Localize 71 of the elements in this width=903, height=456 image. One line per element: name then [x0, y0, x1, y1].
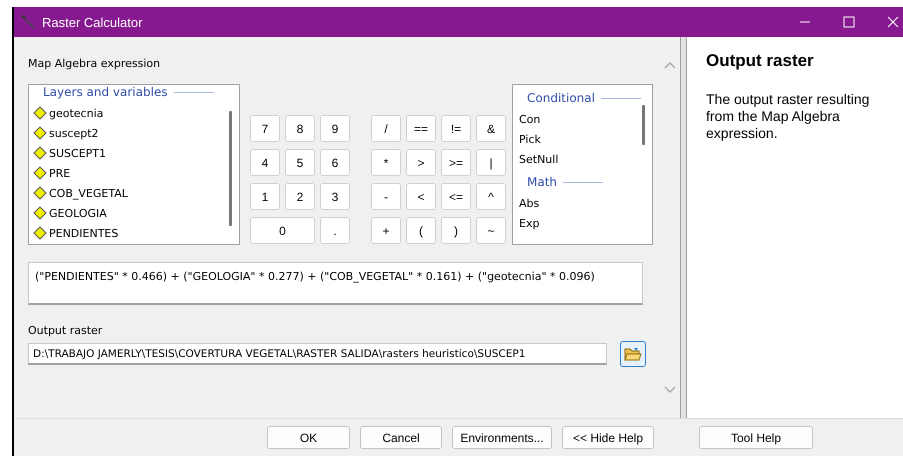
keypad-key[interactable]: ^ [476, 183, 506, 210]
maximize-icon[interactable] [843, 16, 855, 28]
expression-field[interactable]: ("PENDIENTES" * 0.466) + ("GEOLOGIA" * 0.277) + ("COB_VEGETAL" * 0.161) + ("geotecnia" * 0.096) [28, 262, 643, 305]
close-icon[interactable] [887, 16, 899, 28]
pane-splitter[interactable] [680, 37, 687, 418]
diamond-icon [33, 146, 47, 160]
diamond-icon [33, 126, 47, 140]
keypad-key[interactable]: | [476, 149, 506, 176]
keypad-key[interactable]: ) [441, 217, 471, 244]
scroll-down-icon[interactable] [664, 386, 676, 394]
list-heading: Conditional [527, 91, 652, 105]
keypad-key[interactable]: * [371, 149, 401, 176]
list-heading: Math [527, 175, 652, 189]
hammer-icon [20, 14, 36, 30]
function-item[interactable]: Exp [513, 213, 652, 233]
layer-item[interactable]: suscept2 [29, 123, 239, 143]
dialog-button[interactable]: OK [267, 426, 350, 449]
layer-item[interactable]: geotecnia [29, 103, 239, 123]
keypad-key[interactable]: . [320, 217, 350, 244]
keypad-key[interactable]: + [371, 217, 401, 244]
diamond-icon [33, 106, 47, 120]
scrollbar-thumb[interactable] [229, 111, 232, 226]
dialog-button[interactable]: Tool Help [699, 426, 813, 449]
diamond-icon [33, 166, 47, 180]
list-heading: Layers and variables [43, 85, 239, 99]
scrollbar-thumb[interactable] [642, 105, 645, 145]
keypad-key[interactable]: 4 [250, 149, 280, 176]
keypad-key[interactable]: 9 [320, 115, 350, 142]
keypad-key[interactable]: 8 [285, 115, 315, 142]
keypad-key[interactable]: 0 [250, 217, 315, 244]
keypad-key[interactable]: & [476, 115, 506, 142]
keypad-key[interactable]: == [406, 115, 436, 142]
window-title: Raster Calculator [42, 14, 142, 30]
function-item[interactable]: Pick [513, 129, 652, 149]
function-item[interactable]: Abs [513, 193, 652, 213]
dialog-button[interactable]: Cancel [360, 426, 442, 449]
keypad-key[interactable]: > [406, 149, 436, 176]
dialog-button[interactable]: Environments... [452, 426, 552, 449]
keypad-key[interactable]: 6 [320, 149, 350, 176]
keypad-key[interactable]: >= [441, 149, 471, 176]
keypad-key[interactable]: 1 [250, 183, 280, 210]
keypad-key[interactable]: <= [441, 183, 471, 210]
function-item[interactable]: Con [513, 109, 652, 129]
keypad-key[interactable]: < [406, 183, 436, 210]
expression-label: Map Algebra expression [28, 57, 162, 70]
layer-item[interactable]: GEOLOGIA [29, 203, 239, 223]
folder-icon [624, 346, 642, 362]
help-title: Output raster [706, 51, 815, 71]
keypad-key[interactable]: 5 [285, 149, 315, 176]
keypad-key[interactable]: ( [406, 217, 436, 244]
dialog-button[interactable]: << Hide Help [562, 426, 654, 449]
keypad-key[interactable]: / [371, 115, 401, 142]
keypad-key[interactable]: != [441, 115, 471, 142]
keypad-key[interactable]: 3 [320, 183, 350, 210]
output-field[interactable]: D:\TRABAJO JAMERLY\TESIS\COVERTURA VEGETAL\RASTER SALIDA\rasters heuristico\SUSCEP1 [28, 343, 607, 365]
keypad-key[interactable]: 2 [285, 183, 315, 210]
diamond-icon [33, 226, 47, 240]
layer-item[interactable]: PENDIENTES [29, 223, 239, 243]
keypad-key[interactable]: 7 [250, 115, 280, 142]
browse-button[interactable] [620, 341, 646, 367]
layer-item[interactable]: COB_VEGETAL [29, 183, 239, 203]
keypad-key[interactable]: - [371, 183, 401, 210]
output-label: Output raster [28, 324, 104, 337]
help-text: The output raster resulting from the Map Algebra expression. [706, 91, 870, 142]
layer-item[interactable]: PRE [29, 163, 239, 183]
keypad-key[interactable]: ~ [476, 217, 506, 244]
diamond-icon [33, 206, 47, 220]
scroll-up-icon[interactable] [664, 61, 676, 69]
diamond-icon [33, 186, 47, 200]
function-item[interactable]: SetNull [513, 149, 652, 169]
layer-item[interactable]: SUSCEPT1 [29, 143, 239, 163]
